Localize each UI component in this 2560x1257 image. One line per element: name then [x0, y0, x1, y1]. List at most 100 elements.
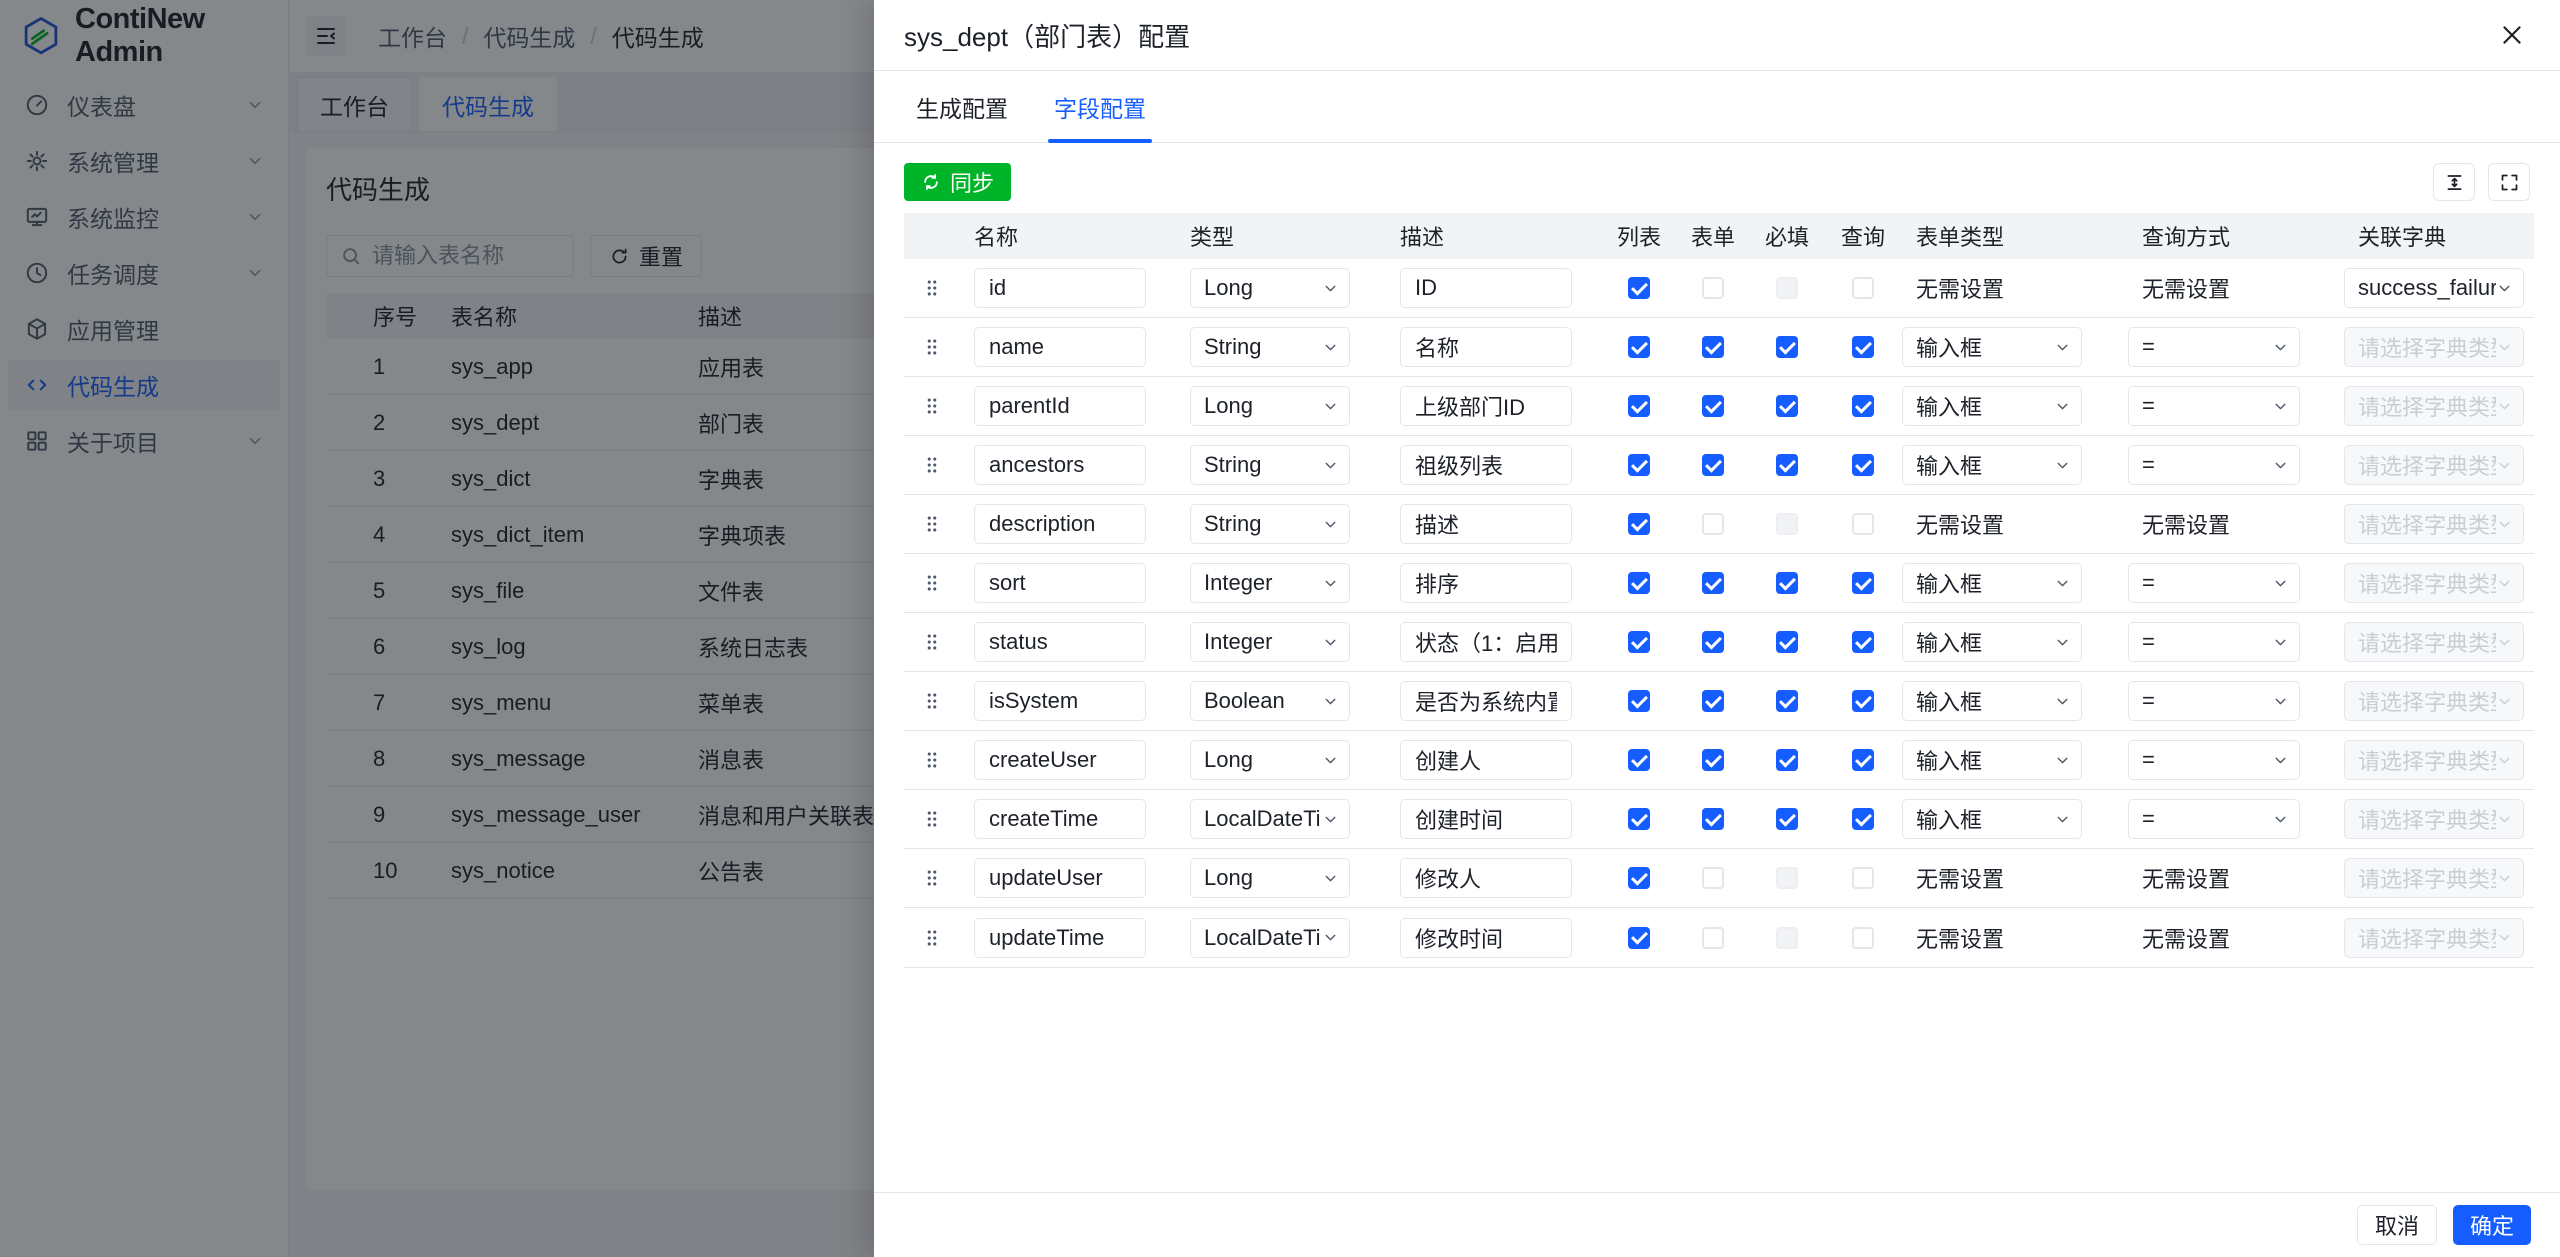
- drag-handle-icon[interactable]: [904, 513, 960, 535]
- field-desc-input[interactable]: [1400, 268, 1572, 308]
- field-desc-input[interactable]: [1400, 917, 1572, 958]
- row-height-button[interactable]: [2433, 163, 2475, 201]
- field-desc-input[interactable]: [1400, 622, 1572, 662]
- query-checkbox[interactable]: [1852, 690, 1874, 712]
- query-type-select[interactable]: =: [2128, 327, 2300, 367]
- form-type-select[interactable]: 输入框: [1902, 386, 2082, 426]
- field-desc-input[interactable]: [1400, 681, 1572, 721]
- query-checkbox[interactable]: [1852, 867, 1874, 889]
- field-name-input[interactable]: [974, 622, 1146, 662]
- required-checkbox[interactable]: [1776, 277, 1798, 299]
- close-button[interactable]: [2494, 17, 2530, 53]
- dict-select[interactable]: 请选择字典类型: [2344, 386, 2524, 426]
- drag-handle-icon[interactable]: [904, 690, 960, 712]
- drag-handle-icon[interactable]: [904, 631, 960, 653]
- dict-select[interactable]: 请选择字典类型: [2344, 622, 2524, 662]
- field-type-select[interactable]: Integer: [1190, 563, 1350, 603]
- drag-handle-icon[interactable]: [904, 454, 960, 476]
- field-type-select[interactable]: Long: [1190, 268, 1350, 308]
- query-type-select[interactable]: =: [2128, 563, 2300, 603]
- field-desc-input[interactable]: [1400, 327, 1572, 367]
- dict-select[interactable]: 请选择字典类型: [2344, 681, 2524, 721]
- field-name-input[interactable]: [974, 681, 1146, 721]
- list-checkbox[interactable]: [1628, 808, 1650, 830]
- field-name-input[interactable]: [974, 386, 1146, 426]
- field-type-select[interactable]: LocalDateTime: [1190, 917, 1350, 958]
- query-checkbox[interactable]: [1852, 808, 1874, 830]
- drag-handle-icon[interactable]: [904, 749, 960, 771]
- form-checkbox[interactable]: [1702, 926, 1724, 949]
- field-type-select[interactable]: String: [1190, 504, 1350, 544]
- field-type-select[interactable]: Integer: [1190, 622, 1350, 662]
- list-checkbox[interactable]: [1628, 454, 1650, 476]
- form-checkbox[interactable]: [1702, 454, 1724, 476]
- field-name-input[interactable]: [974, 740, 1146, 780]
- field-desc-input[interactable]: [1400, 799, 1572, 839]
- form-type-select[interactable]: 输入框: [1902, 445, 2082, 485]
- field-desc-input[interactable]: [1400, 740, 1572, 780]
- list-checkbox[interactable]: [1628, 336, 1650, 358]
- form-type-select[interactable]: 输入框: [1902, 799, 2082, 839]
- query-checkbox[interactable]: [1852, 454, 1874, 476]
- query-checkbox[interactable]: [1852, 336, 1874, 358]
- dict-select[interactable]: 请选择字典类型: [2344, 504, 2524, 544]
- form-checkbox[interactable]: [1702, 749, 1724, 771]
- query-type-select[interactable]: =: [2128, 740, 2300, 780]
- dict-select[interactable]: 请选择字典类型: [2344, 799, 2524, 839]
- field-type-select[interactable]: Long: [1190, 858, 1350, 898]
- form-checkbox[interactable]: [1702, 395, 1724, 417]
- form-type-select[interactable]: 输入框: [1902, 622, 2082, 662]
- cancel-button[interactable]: 取消: [2356, 1205, 2437, 1245]
- field-name-input[interactable]: [974, 858, 1146, 898]
- list-checkbox[interactable]: [1628, 572, 1650, 594]
- drag-handle-icon[interactable]: [904, 336, 960, 358]
- fullscreen-button[interactable]: [2488, 163, 2530, 201]
- required-checkbox[interactable]: [1776, 631, 1798, 653]
- field-name-input[interactable]: [974, 268, 1146, 308]
- required-checkbox[interactable]: [1776, 454, 1798, 476]
- dict-select[interactable]: 请选择字典类型: [2344, 858, 2524, 898]
- confirm-button[interactable]: 确定: [2452, 1205, 2531, 1245]
- required-checkbox[interactable]: [1776, 395, 1798, 417]
- field-desc-input[interactable]: [1400, 445, 1572, 485]
- field-name-input[interactable]: [974, 563, 1146, 603]
- list-checkbox[interactable]: [1628, 513, 1650, 535]
- dict-select[interactable]: success_failure: [2344, 268, 2524, 308]
- required-checkbox[interactable]: [1776, 808, 1798, 830]
- list-checkbox[interactable]: [1628, 277, 1650, 299]
- drag-handle-icon[interactable]: [904, 927, 960, 949]
- dict-select[interactable]: 请选择字典类型: [2344, 917, 2524, 958]
- tab-field-config[interactable]: 字段配置: [1042, 71, 1158, 143]
- form-type-select[interactable]: 输入框: [1902, 740, 2082, 780]
- field-type-select[interactable]: Long: [1190, 740, 1350, 780]
- sync-button[interactable]: 同步: [904, 163, 1012, 201]
- drag-handle-icon[interactable]: [904, 808, 960, 830]
- query-checkbox[interactable]: [1852, 926, 1874, 949]
- field-name-input[interactable]: [974, 327, 1146, 367]
- form-checkbox[interactable]: [1702, 808, 1724, 830]
- dict-select[interactable]: 请选择字典类型: [2344, 327, 2524, 367]
- required-checkbox[interactable]: [1776, 513, 1798, 535]
- drag-handle-icon[interactable]: [904, 572, 960, 594]
- field-desc-input[interactable]: [1400, 386, 1572, 426]
- drag-handle-icon[interactable]: [904, 395, 960, 417]
- field-type-select[interactable]: Long: [1190, 386, 1350, 426]
- form-checkbox[interactable]: [1702, 690, 1724, 712]
- list-checkbox[interactable]: [1628, 926, 1650, 949]
- dict-select[interactable]: 请选择字典类型: [2344, 445, 2524, 485]
- form-type-select[interactable]: 输入框: [1902, 563, 2082, 603]
- required-checkbox[interactable]: [1776, 690, 1798, 712]
- form-checkbox[interactable]: [1702, 867, 1724, 889]
- dict-select[interactable]: 请选择字典类型: [2344, 740, 2524, 780]
- required-checkbox[interactable]: [1776, 336, 1798, 358]
- query-checkbox[interactable]: [1852, 277, 1874, 299]
- required-checkbox[interactable]: [1776, 867, 1798, 889]
- field-desc-input[interactable]: [1400, 504, 1572, 544]
- list-checkbox[interactable]: [1628, 631, 1650, 653]
- field-name-input[interactable]: [974, 445, 1146, 485]
- query-checkbox[interactable]: [1852, 513, 1874, 535]
- form-checkbox[interactable]: [1702, 336, 1724, 358]
- field-type-select[interactable]: String: [1190, 445, 1350, 485]
- form-checkbox[interactable]: [1702, 631, 1724, 653]
- field-type-select[interactable]: LocalDateTime: [1190, 799, 1350, 839]
